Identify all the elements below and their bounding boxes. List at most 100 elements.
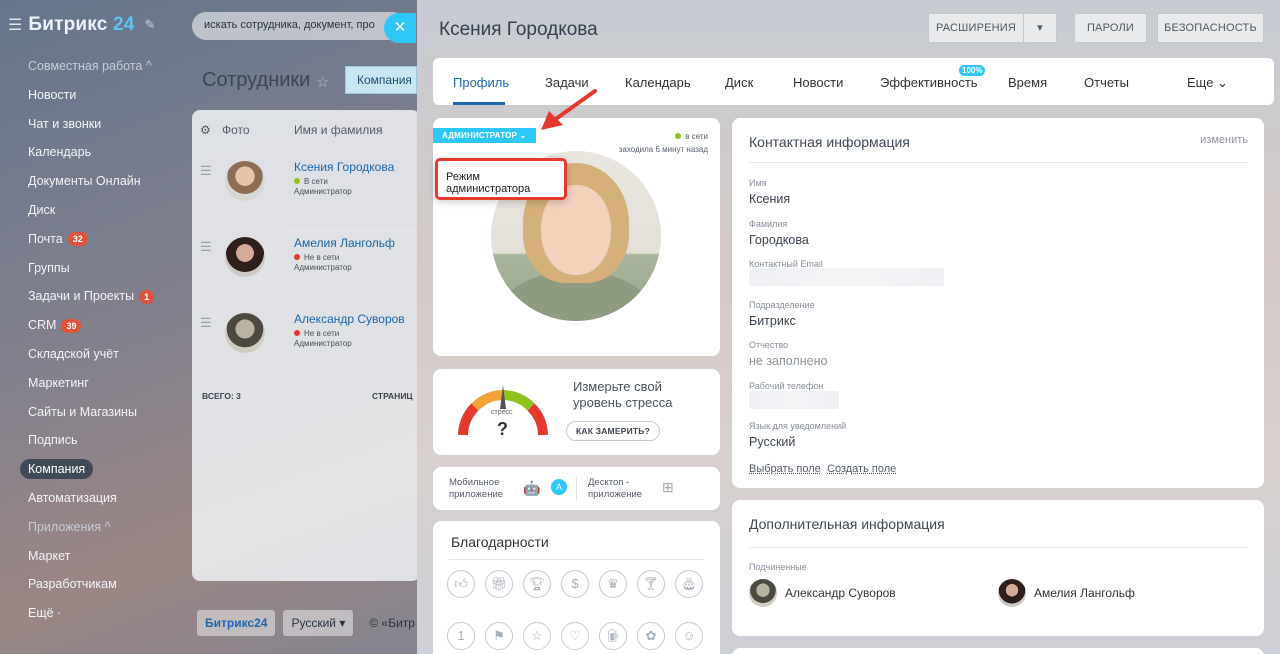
field-label: Рабочий телефон (749, 381, 823, 391)
drag-handle-icon[interactable]: ☰ (200, 315, 212, 331)
extensions-button[interactable]: РАСШИРЕНИЯ (928, 13, 1024, 43)
tab-disk[interactable]: Диск (725, 75, 753, 90)
edit-pencil-icon[interactable]: ✎ (145, 17, 156, 33)
menu-burger-icon[interactable]: ☰ (8, 15, 22, 35)
sidebar-item[interactable]: Календарь (0, 138, 182, 167)
table-row[interactable]: ☰ Амелия Лангольф Не в сети Администратор (192, 224, 420, 300)
sidebar-item[interactable]: Подпись (0, 426, 182, 455)
admin-role-badge[interactable]: АДМИНИСТРАТОР ⌄ (433, 128, 536, 143)
field-value: Битрикс (749, 314, 796, 328)
trophy-icon[interactable]: 🏆︎ (523, 570, 551, 598)
table-row[interactable]: ☰ Александр Суворов Не в сети Администрат… (192, 300, 420, 376)
sidebar-item[interactable]: CRM 39 (0, 311, 182, 340)
field-value: Русский (749, 435, 795, 449)
settings-gear-icon[interactable]: ⚙ (200, 123, 211, 137)
create-field-link[interactable]: Создать поле (827, 463, 896, 475)
sidebar-item[interactable]: Группы (0, 254, 182, 283)
sidebar-item[interactable]: Новости (0, 81, 182, 110)
how-to-measure-button[interactable]: КАК ЗАМЕРИТЬ? (566, 421, 660, 441)
tab-news[interactable]: Новости (793, 75, 843, 90)
sidebar-item[interactable]: Диск (0, 196, 182, 225)
employee-name-link[interactable]: Амелия Лангольф (294, 236, 395, 250)
edit-contact-link[interactable]: изменить (1200, 134, 1248, 146)
company-filter-button[interactable]: Компания (345, 66, 417, 94)
choose-field-link[interactable]: Выбрать поле (749, 463, 821, 475)
apps-card: Мобильное приложение 🤖 A Десктоп - прило… (433, 467, 720, 510)
extensions-dropdown-button[interactable]: ▾ (1024, 13, 1057, 43)
crown-icon[interactable]: ♛ (599, 570, 627, 598)
contact-card: Контактная информация изменить Имя Ксени… (732, 118, 1264, 488)
additional-divider (749, 547, 1247, 548)
tab-more[interactable]: Еще ⌄ (1187, 75, 1228, 91)
field-label: Имя (749, 178, 767, 188)
android-icon[interactable]: 🤖 (523, 480, 540, 497)
number-one-icon[interactable]: 1 (447, 622, 475, 650)
passwords-button[interactable]: ПАРОЛИ (1074, 13, 1147, 43)
online-dot (675, 133, 681, 139)
favorite-star-icon[interactable]: ☆ (316, 73, 329, 91)
thanks-divider (449, 559, 704, 560)
sidebar-item[interactable]: Документы Онлайн (0, 167, 182, 196)
sidebar-item[interactable]: Приложения ^ (0, 513, 182, 542)
sidebar-item[interactable]: Совместная работа ^ (0, 52, 182, 81)
pages-label: СТРАНИЦ (372, 391, 413, 401)
drag-handle-icon[interactable]: ☰ (200, 239, 212, 255)
tab-reports[interactable]: Отчеты (1084, 75, 1129, 90)
sidebar-item[interactable]: Сайты и Магазины (0, 398, 182, 427)
security-button[interactable]: БЕЗОПАСНОСТЬ (1157, 13, 1264, 43)
stress-prompt: Измерьте свой уровень стресса (573, 379, 713, 411)
close-slider-button[interactable]: ✕ (384, 13, 416, 43)
footer-brand-button[interactable]: Битрикс24 (197, 610, 275, 636)
smile-icon[interactable]: ☺ (675, 622, 703, 650)
sidebar-item[interactable]: Автоматизация (0, 484, 182, 513)
gift-icon[interactable]: 🎁︎ (485, 570, 513, 598)
mobile-app-label: Мобильное приложение (449, 477, 509, 501)
heart-icon[interactable]: ♡ (561, 622, 589, 650)
profile-slider: Ксения Городкова РАСШИРЕНИЯ ▾ ПАРОЛИ БЕЗ… (417, 0, 1280, 654)
cocktail-icon[interactable]: 🍸︎ (637, 570, 665, 598)
employee-name-link[interactable]: Александр Суворов (294, 312, 405, 326)
sidebar-item[interactable]: Маркет (0, 542, 182, 571)
thanks-title: Благодарности (451, 534, 549, 550)
appstore-icon[interactable]: A (551, 479, 567, 495)
sidebar-item[interactable]: Чат и звонки (0, 110, 182, 139)
admin-mode-popup[interactable]: Режим администратора (435, 158, 567, 200)
beer-icon[interactable]: 🍺︎ (599, 622, 627, 650)
sidebar-item[interactable]: Задачи и Проекты 1 (0, 282, 182, 311)
status-dot (294, 330, 300, 336)
tab-calendar[interactable]: Календарь (625, 75, 691, 90)
star-icon[interactable]: ☆ (523, 622, 551, 650)
search-input[interactable]: искать сотрудника, документ, про (192, 12, 406, 40)
subordinates-label: Подчиненные (749, 562, 807, 572)
sidebar-item[interactable]: Компания (0, 455, 182, 484)
money-bag-icon[interactable]: $ (561, 570, 589, 598)
cake-icon[interactable]: 🎂︎ (675, 570, 703, 598)
tab-profile[interactable]: Профиль (453, 75, 509, 90)
employee-status: В сети Администратор (294, 177, 352, 197)
drag-handle-icon[interactable]: ☰ (200, 163, 212, 179)
bitrix-logo[interactable]: Битрикс 24 (28, 14, 134, 36)
tab-time[interactable]: Время (1008, 75, 1047, 90)
additional-card: Дополнительная информация Подчиненные Ал… (732, 500, 1264, 636)
efficiency-badge: 100% (959, 65, 985, 76)
flower-icon[interactable]: ✿ (637, 622, 665, 650)
next-card (732, 648, 1264, 654)
sidebar-item[interactable]: Ещё · (0, 599, 182, 628)
sidebar-item[interactable]: Почта 32 (0, 225, 182, 254)
subordinate-item[interactable]: Амелия Лангольф (998, 579, 1135, 607)
table-row[interactable]: ☰ Ксения Городкова В сети Администратор (192, 148, 420, 224)
status-dot (294, 254, 300, 260)
chevron-down-icon: ⌄ (519, 131, 526, 140)
thumbs-up-icon[interactable]: 👍︎ (447, 570, 475, 598)
language-select[interactable]: Русский ▾ (283, 610, 353, 636)
sidebar-item[interactable]: Маркетинг (0, 369, 182, 398)
subordinate-item[interactable]: Александр Суворов (749, 579, 896, 607)
logo-row: ☰ Битрикс 24 ✎ (8, 14, 155, 36)
windows-icon[interactable]: ⊞ (662, 479, 674, 496)
sidebar-item[interactable]: Разработчикам (0, 570, 182, 599)
tab-efficiency[interactable]: Эффективность (880, 75, 978, 90)
sidebar-item[interactable]: Складской учёт (0, 340, 182, 369)
flag-icon[interactable]: ⚑ (485, 622, 513, 650)
col-name-header[interactable]: Имя и фамилия (294, 123, 382, 137)
employee-name-link[interactable]: Ксения Городкова (294, 160, 394, 174)
